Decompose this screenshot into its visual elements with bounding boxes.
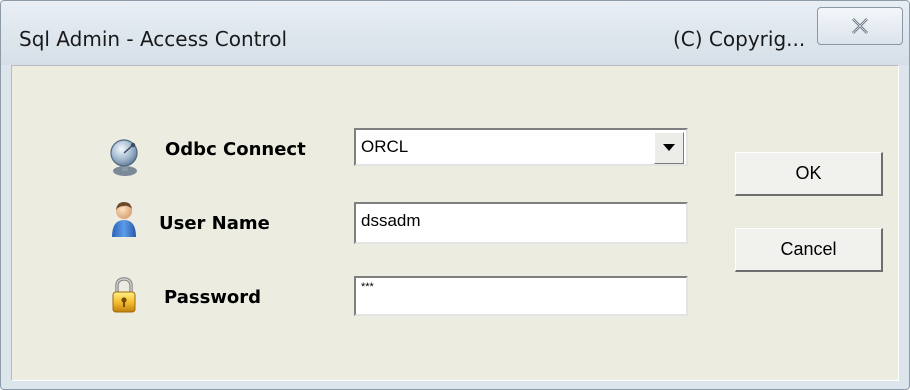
lock-icon [112, 277, 136, 313]
dialog-body: Odbc Connect ORCL User Name dssadm Passw… [11, 65, 899, 381]
close-button[interactable] [817, 7, 903, 45]
window-title: Sql Admin - Access Control [19, 27, 288, 51]
odbc-connect-combobox[interactable]: ORCL [354, 128, 688, 166]
odbc-connect-value: ORCL [361, 137, 409, 156]
chevron-down-icon [663, 144, 675, 151]
user-name-input[interactable]: dssadm [354, 202, 688, 244]
user-name-label: User Name [159, 213, 270, 234]
user-name-value: dssadm [361, 211, 421, 230]
password-label: Password [164, 287, 262, 308]
user-icon [112, 202, 136, 237]
cancel-button[interactable]: Cancel [735, 228, 883, 272]
close-icon [852, 18, 868, 34]
access-control-dialog: Sql Admin - Access Control (C) Copyrig..… [0, 0, 910, 390]
ok-button[interactable]: OK [735, 152, 883, 196]
password-value: *** [361, 281, 374, 293]
password-input[interactable]: *** [354, 276, 688, 316]
odbc-dropdown-button[interactable] [654, 132, 684, 164]
odbc-connect-label: Odbc Connect [165, 139, 306, 160]
title-bar[interactable]: Sql Admin - Access Control (C) Copyrig..… [1, 1, 909, 65]
copyright-text: (C) Copyrig... [673, 27, 806, 51]
satellite-dish-icon [110, 139, 138, 176]
